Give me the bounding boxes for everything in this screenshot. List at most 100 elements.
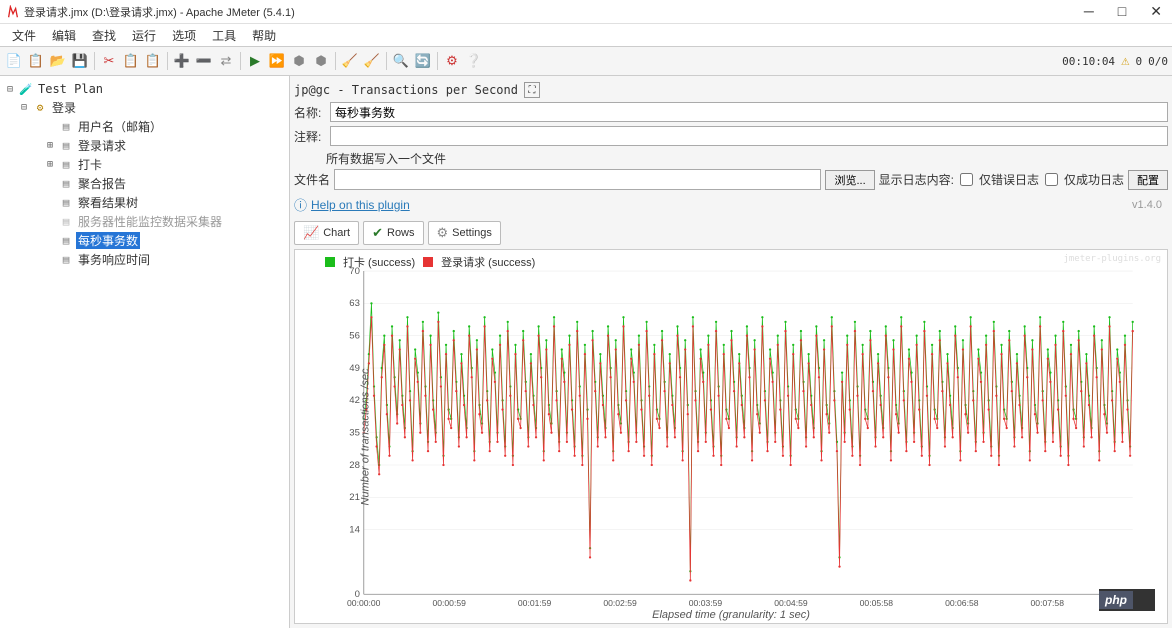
svg-text:56: 56 (349, 331, 360, 342)
config-button[interactable]: 配置 (1128, 170, 1168, 190)
panel-title: jp@gc - Transactions per Second (294, 83, 518, 97)
menu-edit[interactable]: 编辑 (44, 27, 84, 44)
search-icon[interactable]: 🔍 (391, 51, 411, 71)
copy-icon[interactable]: 📋 (121, 51, 141, 71)
paste-icon[interactable]: 📋 (143, 51, 163, 71)
svg-text:00:04:59: 00:04:59 (774, 598, 808, 608)
tree-item[interactable]: ▤每秒事务数 (2, 231, 287, 250)
tab-settings[interactable]: ⚙ Settings (428, 221, 501, 245)
reset-search-icon[interactable]: 🔄 (413, 51, 433, 71)
tree-root[interactable]: ⊟ 🧪 Test Plan (2, 80, 287, 98)
menubar: 文件 编辑 查找 运行 选项 工具 帮助 (0, 24, 1172, 46)
tree-item[interactable]: ⊞▤登录请求 (2, 136, 287, 155)
success-only-checkbox[interactable] (1045, 173, 1058, 186)
tree-item[interactable]: ▤察看结果树 (2, 193, 287, 212)
tab-chart[interactable]: 📈 Chart (294, 221, 359, 245)
tree-item[interactable]: ▤服务器性能监控数据采集器 (2, 212, 287, 231)
name-input[interactable] (330, 102, 1168, 122)
php-badge: php (1099, 589, 1155, 611)
svg-text:00:00:59: 00:00:59 (432, 598, 466, 608)
comment-label: 注释: (294, 128, 326, 145)
success-only-label: 仅成功日志 (1064, 171, 1124, 188)
tree-item-icon: ▤ (58, 233, 74, 249)
menu-options[interactable]: 选项 (164, 27, 204, 44)
clear-all-icon[interactable]: 🧹 (362, 51, 382, 71)
menu-file[interactable]: 文件 (4, 27, 44, 44)
function-helper-icon[interactable]: ⚙ (442, 51, 462, 71)
log-label: 显示日志内容: (879, 171, 954, 188)
rows-icon: ✔ (372, 225, 383, 241)
svg-text:00:07:58: 00:07:58 (1031, 598, 1065, 608)
start-icon[interactable]: ▶ (245, 51, 265, 71)
y-axis-label: Number of transactions /sec (359, 368, 371, 505)
chart-icon: 📈 (303, 225, 319, 241)
info-icon: ⓘ (294, 195, 307, 214)
new-icon[interactable]: 📄 (4, 51, 24, 71)
timer-display: 00:10:04 (1062, 55, 1115, 68)
help-icon[interactable]: ❔ (464, 51, 484, 71)
svg-text:21: 21 (349, 492, 360, 503)
test-plan-tree[interactable]: ⊟ 🧪 Test Plan ⊟ ⚙ 登录 ▤用户名（邮箱）⊞▤登录请求⊞▤打卡▤… (0, 76, 290, 628)
chart-area: 打卡 (success) 登录请求 (success) jmeter-plugi… (294, 249, 1168, 624)
expand-panel-icon[interactable]: ⛶ (524, 82, 540, 98)
save-icon[interactable]: 💾 (70, 51, 90, 71)
svg-text:63: 63 (349, 298, 360, 309)
tab-rows[interactable]: ✔ Rows (363, 221, 423, 245)
help-link[interactable]: Help on this plugin (311, 198, 410, 212)
svg-text:00:01:59: 00:01:59 (518, 598, 552, 608)
tree-item[interactable]: ▤用户名（邮箱） (2, 117, 287, 136)
testplan-icon: 🧪 (18, 81, 34, 97)
cut-icon[interactable]: ✂ (99, 51, 119, 71)
warning-count: 0 (1136, 55, 1143, 68)
menu-search[interactable]: 查找 (84, 27, 124, 44)
open-icon[interactable]: 📂 (48, 51, 68, 71)
x-axis-label: Elapsed time (granularity: 1 sec) (652, 609, 810, 621)
tree-item-icon: ▤ (58, 195, 74, 211)
collapse-icon[interactable]: ➖ (194, 51, 214, 71)
file-section-title: 所有数据写入一个文件 (294, 148, 1168, 167)
svg-text:28: 28 (349, 460, 360, 471)
plugin-version: v1.4.0 (1132, 199, 1168, 211)
shutdown-icon[interactable]: ⬢ (311, 51, 331, 71)
warning-icon[interactable]: ⚠ (1121, 53, 1129, 69)
threadgroup-icon: ⚙ (32, 100, 48, 116)
legend-label-0: 打卡 (success) (343, 254, 415, 270)
svg-text:35: 35 (349, 428, 360, 439)
browse-button[interactable]: 浏览... (825, 170, 874, 190)
legend-label-1: 登录请求 (success) (441, 254, 535, 270)
filename-input[interactable] (334, 169, 821, 190)
legend-swatch-0 (325, 257, 335, 267)
tree-item[interactable]: ⊞▤打卡 (2, 155, 287, 174)
menu-help[interactable]: 帮助 (244, 27, 284, 44)
tree-thread-group[interactable]: ⊟ ⚙ 登录 (2, 98, 287, 117)
legend-swatch-1 (423, 257, 433, 267)
tree-item-icon: ▤ (58, 138, 74, 154)
toolbar: 📄 📋 📂 💾 ✂ 📋 📋 ➕ ➖ ⇄ ▶ ⏩ ⬢ ⬢ 🧹 🧹 🔍 🔄 ⚙ ❔ … (0, 46, 1172, 76)
thread-counter: 0/0 (1148, 55, 1168, 68)
error-only-checkbox[interactable] (960, 173, 973, 186)
start-no-pause-icon[interactable]: ⏩ (267, 51, 287, 71)
templates-icon[interactable]: 📋 (26, 51, 46, 71)
menu-run[interactable]: 运行 (124, 27, 164, 44)
tree-item[interactable]: ▤事务响应时间 (2, 250, 287, 269)
expand-icon[interactable]: ➕ (172, 51, 192, 71)
comment-input[interactable] (330, 126, 1168, 146)
window-titlebar: 登录请求.jmx (D:\登录请求.jmx) - Apache JMeter (… (0, 0, 1172, 24)
close-button[interactable]: ✕ (1146, 3, 1166, 20)
tree-item-icon: ▤ (58, 214, 74, 230)
clear-icon[interactable]: 🧹 (340, 51, 360, 71)
chart-legend: 打卡 (success) 登录请求 (success) (325, 254, 535, 270)
stop-icon[interactable]: ⬢ (289, 51, 309, 71)
maximize-button[interactable]: □ (1114, 3, 1130, 20)
menu-tools[interactable]: 工具 (204, 27, 244, 44)
content-panel: jp@gc - Transactions per Second ⛶ 名称: 注释… (290, 76, 1172, 628)
toggle-icon[interactable]: ⇄ (216, 51, 236, 71)
minimize-button[interactable]: ─ (1080, 3, 1098, 20)
app-icon (6, 5, 20, 19)
svg-text:42: 42 (349, 395, 360, 406)
filename-label: 文件名 (294, 171, 330, 188)
svg-text:00:00:00: 00:00:00 (347, 598, 381, 608)
tree-item-icon: ▤ (58, 119, 74, 135)
settings-icon: ⚙ (437, 225, 449, 241)
tree-item[interactable]: ▤聚合报告 (2, 174, 287, 193)
